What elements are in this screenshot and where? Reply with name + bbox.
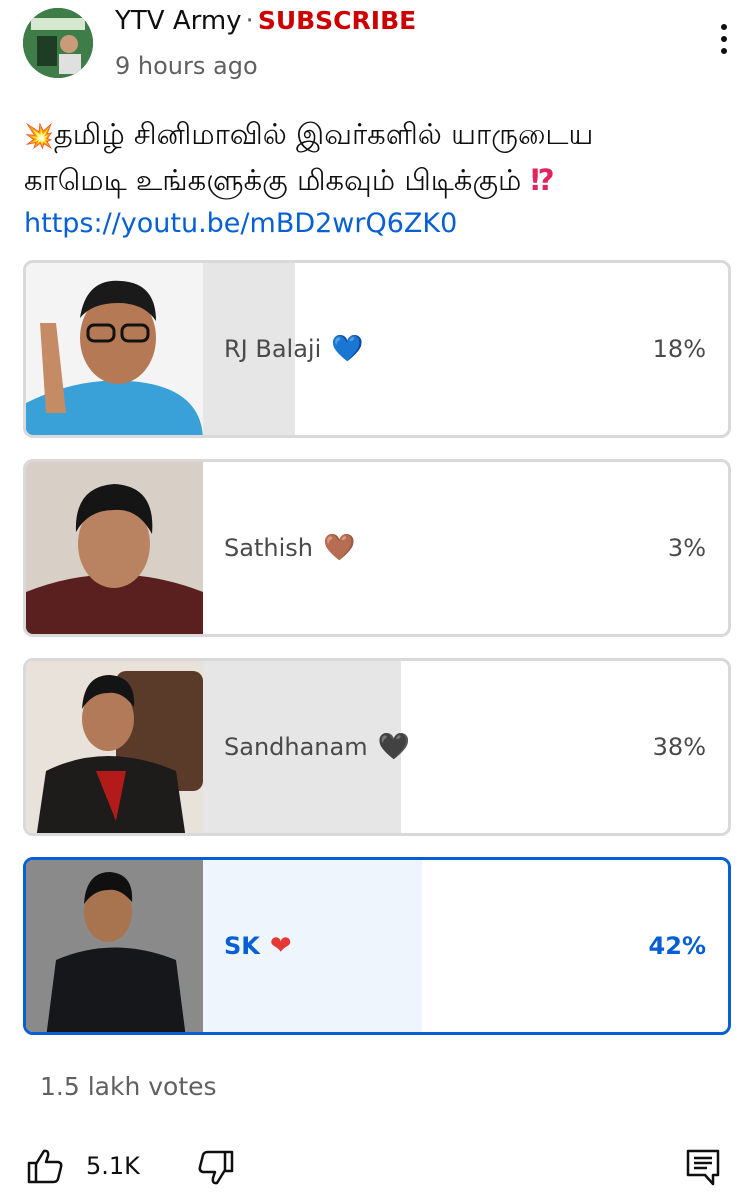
option-photo	[26, 263, 203, 435]
option-percent: 18%	[652, 335, 706, 363]
subscribe-button[interactable]: SUBSCRIBE	[258, 6, 416, 35]
post-timestamp: 9 hours ago	[115, 52, 258, 80]
option-name: SK	[224, 932, 260, 960]
more-vert-icon[interactable]	[712, 24, 736, 64]
option-name: RJ Balaji	[224, 335, 322, 363]
poll-option-rj-balaji[interactable]: RJ Balaji 💙 18%	[23, 260, 731, 438]
option-name: Sathish	[224, 534, 313, 562]
post-text-line-2: காமெடி உங்களுக்கு மிகவும் பிடிக்கும்	[24, 163, 522, 197]
like-count: 5.1K	[86, 1152, 140, 1180]
action-bar: 5.1K	[0, 1140, 755, 1200]
option-photo	[26, 462, 203, 634]
post-line-1: 💥தமிழ் சினிமாவில் இவர்களில் யாருடைய	[24, 112, 744, 158]
black-heart-icon: 🖤	[377, 732, 410, 762]
option-name: Sandhanam	[224, 733, 368, 761]
option-photo	[26, 860, 203, 1032]
blue-heart-icon: 💙	[331, 334, 364, 364]
thumbs-down-icon[interactable]	[196, 1148, 236, 1188]
option-label: RJ Balaji 💙	[224, 263, 364, 435]
channel-name[interactable]: YTV Army	[115, 6, 242, 36]
collision-emoji-icon: 💥	[24, 122, 54, 150]
option-percent: 42%	[648, 932, 706, 960]
option-label: Sandhanam 🖤	[224, 661, 410, 833]
poll-option-sathish[interactable]: Sathish 🤎 3%	[23, 459, 731, 637]
option-label: SK ❤	[224, 860, 292, 1032]
separator: ·	[245, 6, 254, 36]
post-line-2: காமெடி உங்களுக்கு மிகவும் பிடிக்கும் ⁉	[24, 158, 744, 202]
interrobang-icon: ⁉	[530, 163, 555, 197]
thumbs-up-icon[interactable]	[25, 1146, 65, 1186]
option-percent: 3%	[667, 534, 706, 562]
channel-avatar[interactable]	[23, 8, 93, 78]
post-text-line-1: தமிழ் சினிமாவில் இவர்களில் யாருடைய	[53, 117, 594, 151]
option-percent: 38%	[652, 733, 706, 761]
option-photo	[26, 661, 203, 833]
option-label: Sathish 🤎	[224, 462, 355, 634]
post-link[interactable]: https://youtu.be/mBD2wrQ6ZK0	[24, 202, 744, 246]
comment-icon[interactable]	[685, 1148, 721, 1186]
red-heart-icon: ❤	[269, 931, 292, 961]
brown-heart-icon: 🤎	[322, 533, 356, 563]
post-text: 💥தமிழ் சினிமாவில் இவர்களில் யாருடைய காமெ…	[24, 112, 744, 246]
poll-option-sk[interactable]: SK ❤ 42%	[23, 857, 731, 1035]
vote-count: 1.5 lakh votes	[40, 1072, 217, 1101]
channel-line: YTV Army · SUBSCRIBE	[115, 6, 416, 36]
poll-option-sandhanam[interactable]: Sandhanam 🖤 38%	[23, 658, 731, 836]
